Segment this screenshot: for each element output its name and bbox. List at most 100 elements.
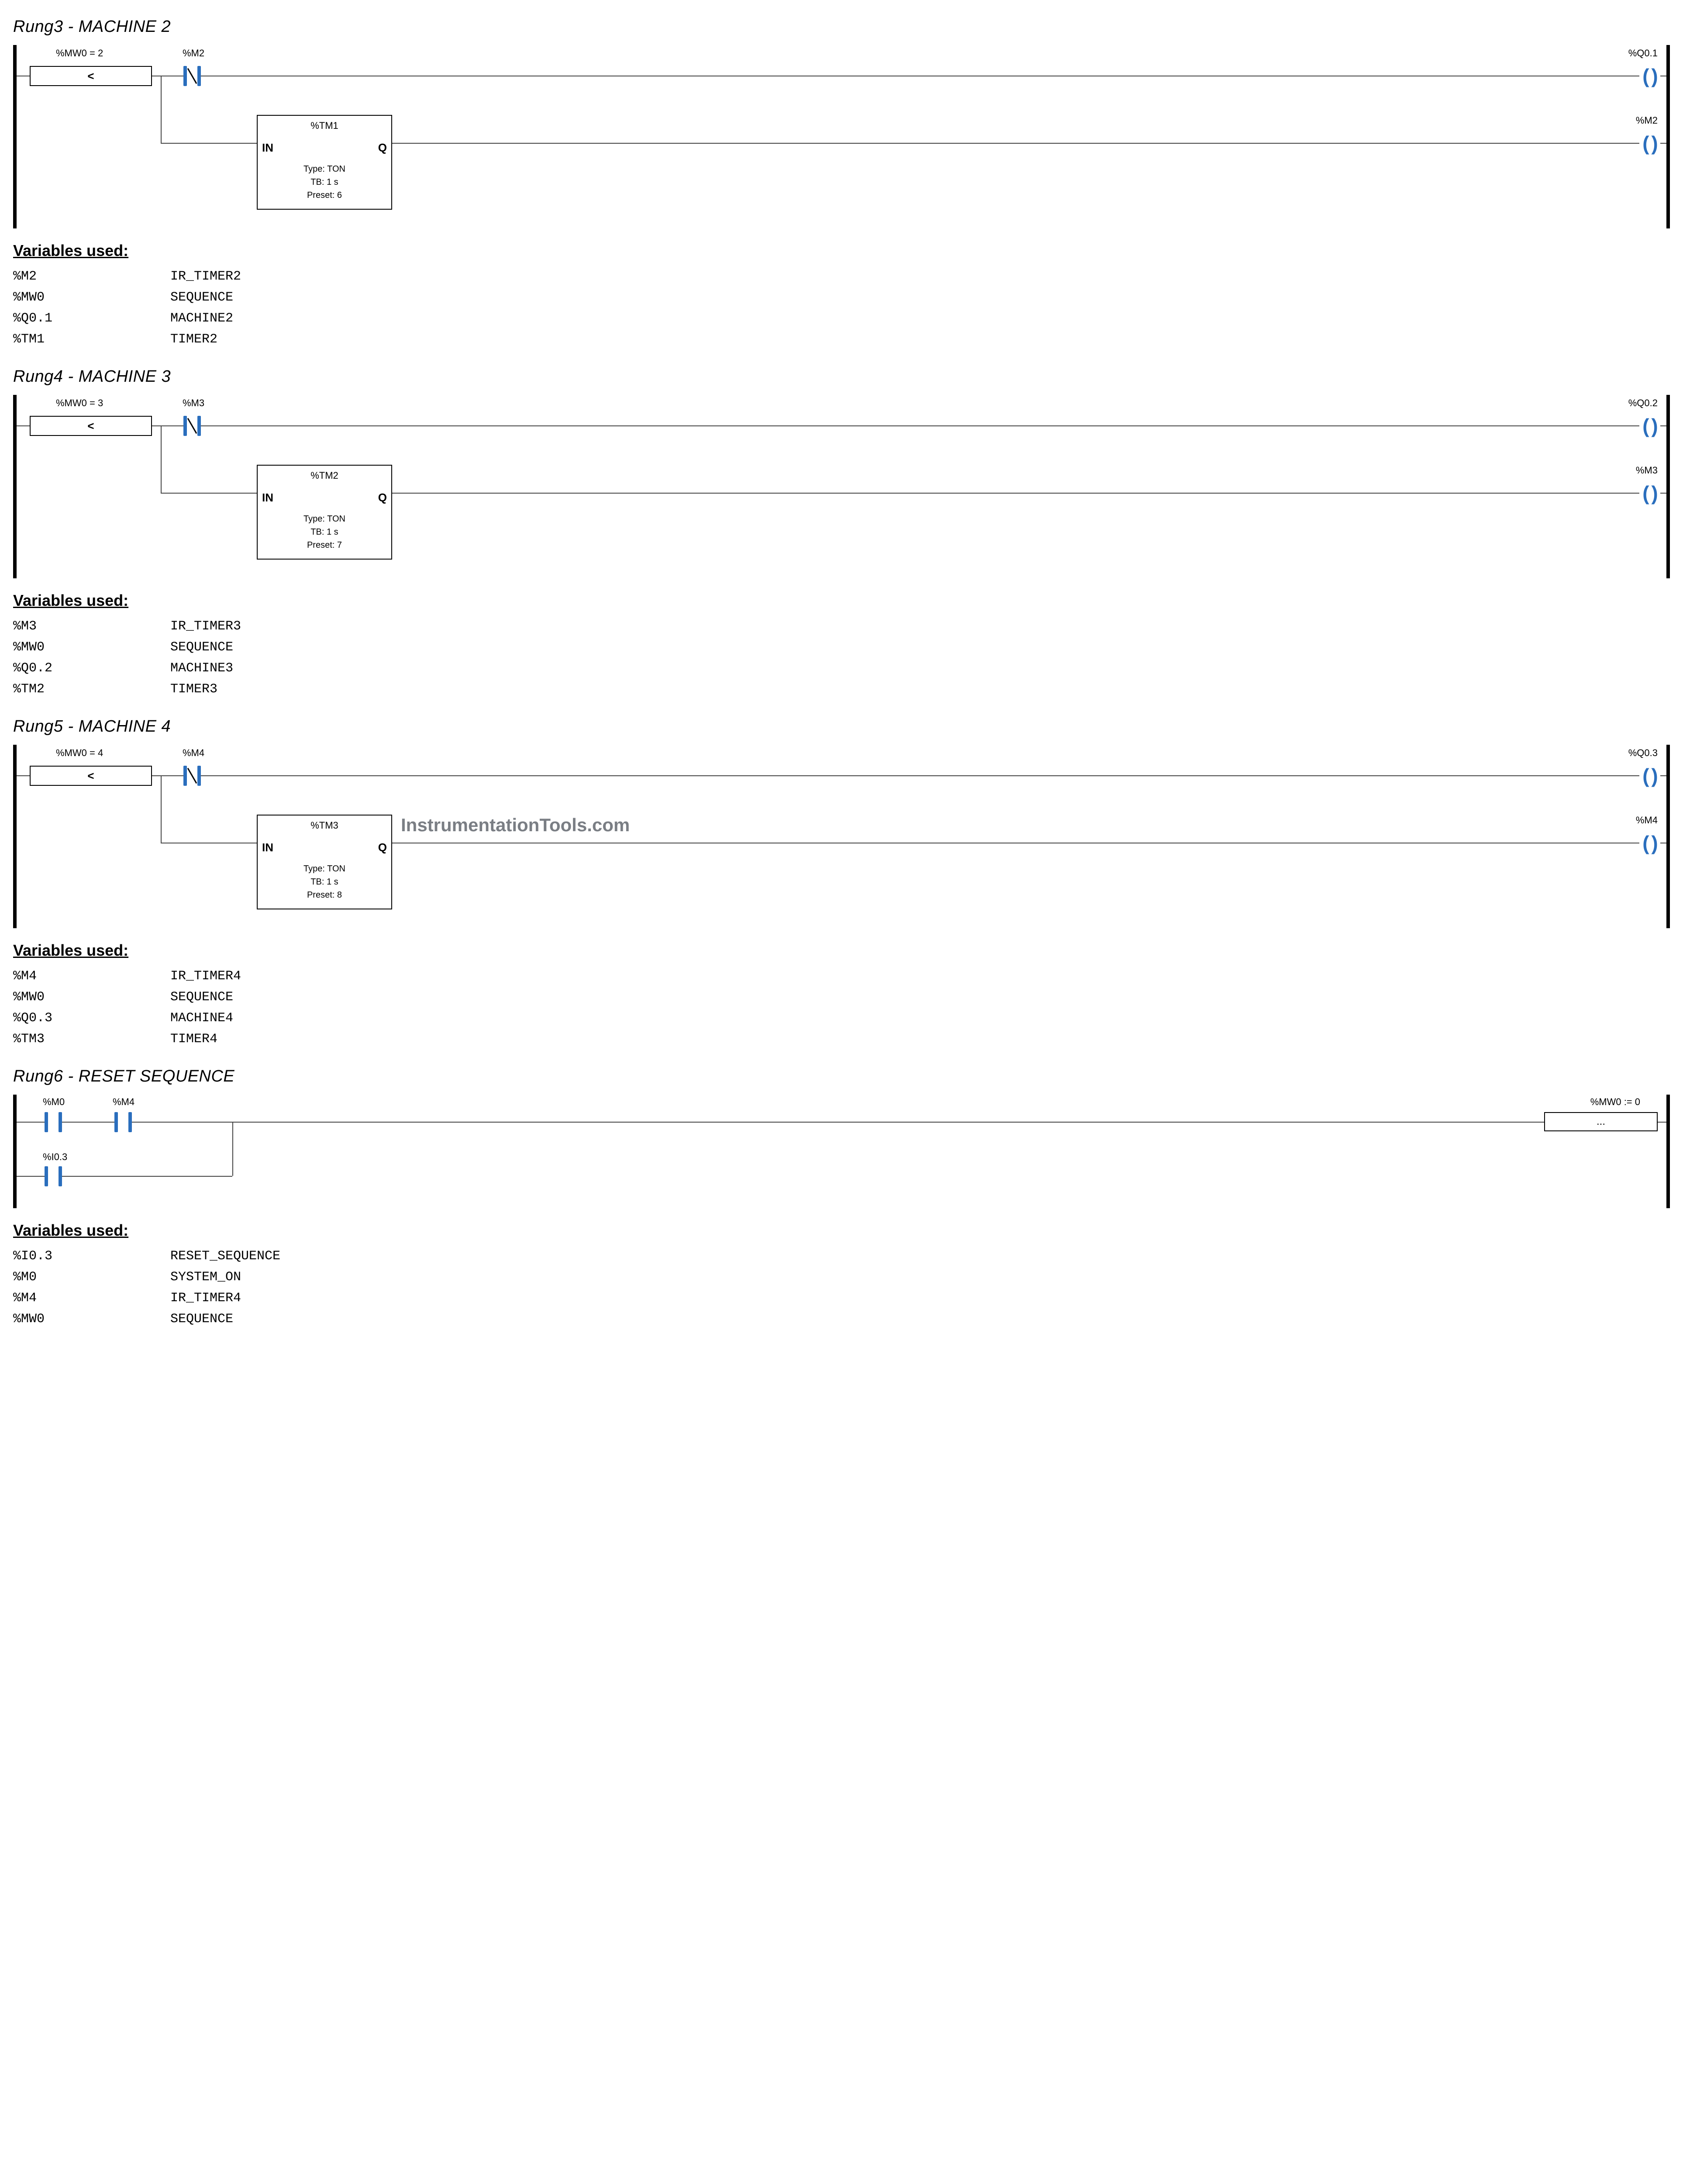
var-key: %M4 bbox=[13, 1288, 170, 1309]
timer-name: %TM3 bbox=[258, 820, 391, 831]
var-value: TIMER3 bbox=[170, 679, 1670, 700]
var-key: %Q0.3 bbox=[13, 1008, 170, 1029]
vars-row: %MW0SEQUENCE bbox=[13, 287, 1670, 308]
rung-title: Rung4 - MACHINE 3 bbox=[13, 367, 1670, 386]
timer-prop: Preset: 7 bbox=[258, 539, 391, 552]
vars-row: %MW0SEQUENCE bbox=[13, 637, 1670, 658]
var-value: MACHINE2 bbox=[170, 308, 1670, 329]
rung-section: Rung3 - MACHINE 2%MW0 = 2%M2%Q0.1%M2<( )… bbox=[13, 17, 1670, 350]
ladder-rung: %MW0 = 3 %M3 %Q0.2 %M3 < ( ) ( ) %TM2 IN Q Type: T… bbox=[13, 395, 1670, 578]
timer-prop: Preset: 8 bbox=[258, 888, 391, 902]
timer-block: %TM1 IN Q Type: TONTB: 1 sPreset: 6 bbox=[257, 115, 392, 210]
compare-label: %MW0 = 4 bbox=[56, 747, 103, 759]
vars-row: %MW0SEQUENCE bbox=[13, 987, 1670, 1008]
ladder-rung: %MW0 = 4%M4%Q0.3%M4<( )( )%TM3INQType: T… bbox=[13, 745, 1670, 928]
rung-section: Rung5 - MACHINE 4%MW0 = 4%M4%Q0.3%M4<( )… bbox=[13, 717, 1670, 1050]
timer-port-in: IN bbox=[262, 491, 273, 505]
vars-row: %TM2TIMER3 bbox=[13, 679, 1670, 700]
coil2-label: %M2 bbox=[1636, 115, 1658, 126]
timer-prop: TB: 1 s bbox=[258, 176, 391, 189]
timer-name: %TM2 bbox=[258, 470, 391, 481]
var-key: %I0.3 bbox=[13, 1246, 170, 1267]
timer-port-in: IN bbox=[262, 141, 273, 155]
vars-row: %M2IR_TIMER2 bbox=[13, 266, 1670, 287]
no-contact bbox=[45, 1112, 62, 1132]
var-key: %TM3 bbox=[13, 1029, 170, 1050]
compare-label: %MW0 = 3 bbox=[56, 397, 103, 409]
nc-contact-label: %M4 bbox=[183, 747, 204, 759]
var-value: SEQUENCE bbox=[170, 287, 1670, 308]
var-value: SEQUENCE bbox=[170, 987, 1670, 1008]
var-value: TIMER4 bbox=[170, 1029, 1670, 1050]
ladder-rung: %M0%M4%I0.3%MW0 := 0... bbox=[13, 1095, 1670, 1208]
timer-port-q: Q bbox=[378, 491, 387, 505]
var-value: RESET_SEQUENCE bbox=[170, 1246, 1670, 1267]
no-contact bbox=[114, 1112, 132, 1132]
var-key: %TM2 bbox=[13, 679, 170, 700]
var-value: IR_TIMER4 bbox=[170, 1288, 1670, 1309]
output-coil: ( ) bbox=[1638, 766, 1660, 786]
vars-row: %TM1TIMER2 bbox=[13, 329, 1670, 350]
var-value: SEQUENCE bbox=[170, 1309, 1670, 1330]
var-key: %MW0 bbox=[13, 637, 170, 658]
timer-port-in: IN bbox=[262, 841, 273, 854]
nc-contact-label: %M3 bbox=[183, 397, 204, 409]
var-value: TIMER2 bbox=[170, 329, 1670, 350]
compare-label: %MW0 = 2 bbox=[56, 48, 103, 59]
no-contact-label: %I0.3 bbox=[43, 1151, 67, 1163]
var-key: %M4 bbox=[13, 966, 170, 987]
var-value: IR_TIMER4 bbox=[170, 966, 1670, 987]
operate-label: %MW0 := 0 bbox=[1590, 1096, 1640, 1108]
var-value: IR_TIMER2 bbox=[170, 266, 1670, 287]
vars-heading: Variables used: bbox=[13, 242, 1670, 260]
output-coil: ( ) bbox=[1638, 416, 1660, 436]
timer-prop: TB: 1 s bbox=[258, 875, 391, 888]
coil2-label: %M4 bbox=[1636, 815, 1658, 826]
coil2-label: %M3 bbox=[1636, 465, 1658, 476]
timer-prop: Type: TON bbox=[258, 512, 391, 525]
coil1-label: %Q0.3 bbox=[1628, 747, 1658, 759]
output-coil: ( ) bbox=[1638, 483, 1660, 503]
var-value: IR_TIMER3 bbox=[170, 616, 1670, 637]
timer-prop: Preset: 6 bbox=[258, 189, 391, 202]
var-value: MACHINE3 bbox=[170, 658, 1670, 679]
timer-prop: Type: TON bbox=[258, 862, 391, 875]
vars-row: %MW0SEQUENCE bbox=[13, 1309, 1670, 1330]
timer-prop: TB: 1 s bbox=[258, 525, 391, 539]
var-key: %M2 bbox=[13, 266, 170, 287]
var-value: SYSTEM_ON bbox=[170, 1267, 1670, 1288]
vars-row: %M3IR_TIMER3 bbox=[13, 616, 1670, 637]
var-value: MACHINE4 bbox=[170, 1008, 1670, 1029]
var-key: %TM1 bbox=[13, 329, 170, 350]
nc-contact bbox=[183, 766, 201, 786]
coil1-label: %Q0.1 bbox=[1628, 48, 1658, 59]
vars-heading: Variables used: bbox=[13, 591, 1670, 610]
rung-title: Rung3 - MACHINE 2 bbox=[13, 17, 1670, 36]
rung-title: Rung5 - MACHINE 4 bbox=[13, 717, 1670, 736]
no-contact-label: %M0 bbox=[43, 1096, 65, 1108]
compare-block: < bbox=[30, 416, 152, 436]
watermark: InstrumentationTools.com bbox=[401, 815, 630, 836]
var-key: %M3 bbox=[13, 616, 170, 637]
operate-block: ... bbox=[1544, 1112, 1658, 1131]
timer-prop: Type: TON bbox=[258, 162, 391, 176]
nc-contact bbox=[183, 66, 201, 86]
var-value: SEQUENCE bbox=[170, 637, 1670, 658]
var-key: %Q0.2 bbox=[13, 658, 170, 679]
vars-row: %Q0.1MACHINE2 bbox=[13, 308, 1670, 329]
var-key: %MW0 bbox=[13, 987, 170, 1008]
output-coil: ( ) bbox=[1638, 66, 1660, 86]
output-coil: ( ) bbox=[1638, 833, 1660, 853]
vars-row: %M4IR_TIMER4 bbox=[13, 966, 1670, 987]
no-contact bbox=[45, 1166, 62, 1186]
rung-title: Rung6 - RESET SEQUENCE bbox=[13, 1067, 1670, 1086]
rung-section: Rung6 - RESET SEQUENCE %M0 %M4 %I0.3 %MW0 :=… bbox=[13, 1067, 1670, 1330]
timer-name: %TM1 bbox=[258, 120, 391, 131]
coil1-label: %Q0.2 bbox=[1628, 397, 1658, 409]
timer-port-q: Q bbox=[378, 841, 387, 854]
timer-block: %TM3 IN Q Type: TONTB: 1 sPreset: 8 bbox=[257, 815, 392, 909]
vars-row: %M4IR_TIMER4 bbox=[13, 1288, 1670, 1309]
vars-row: %M0SYSTEM_ON bbox=[13, 1267, 1670, 1288]
timer-port-q: Q bbox=[378, 141, 387, 155]
var-key: %MW0 bbox=[13, 1309, 170, 1330]
